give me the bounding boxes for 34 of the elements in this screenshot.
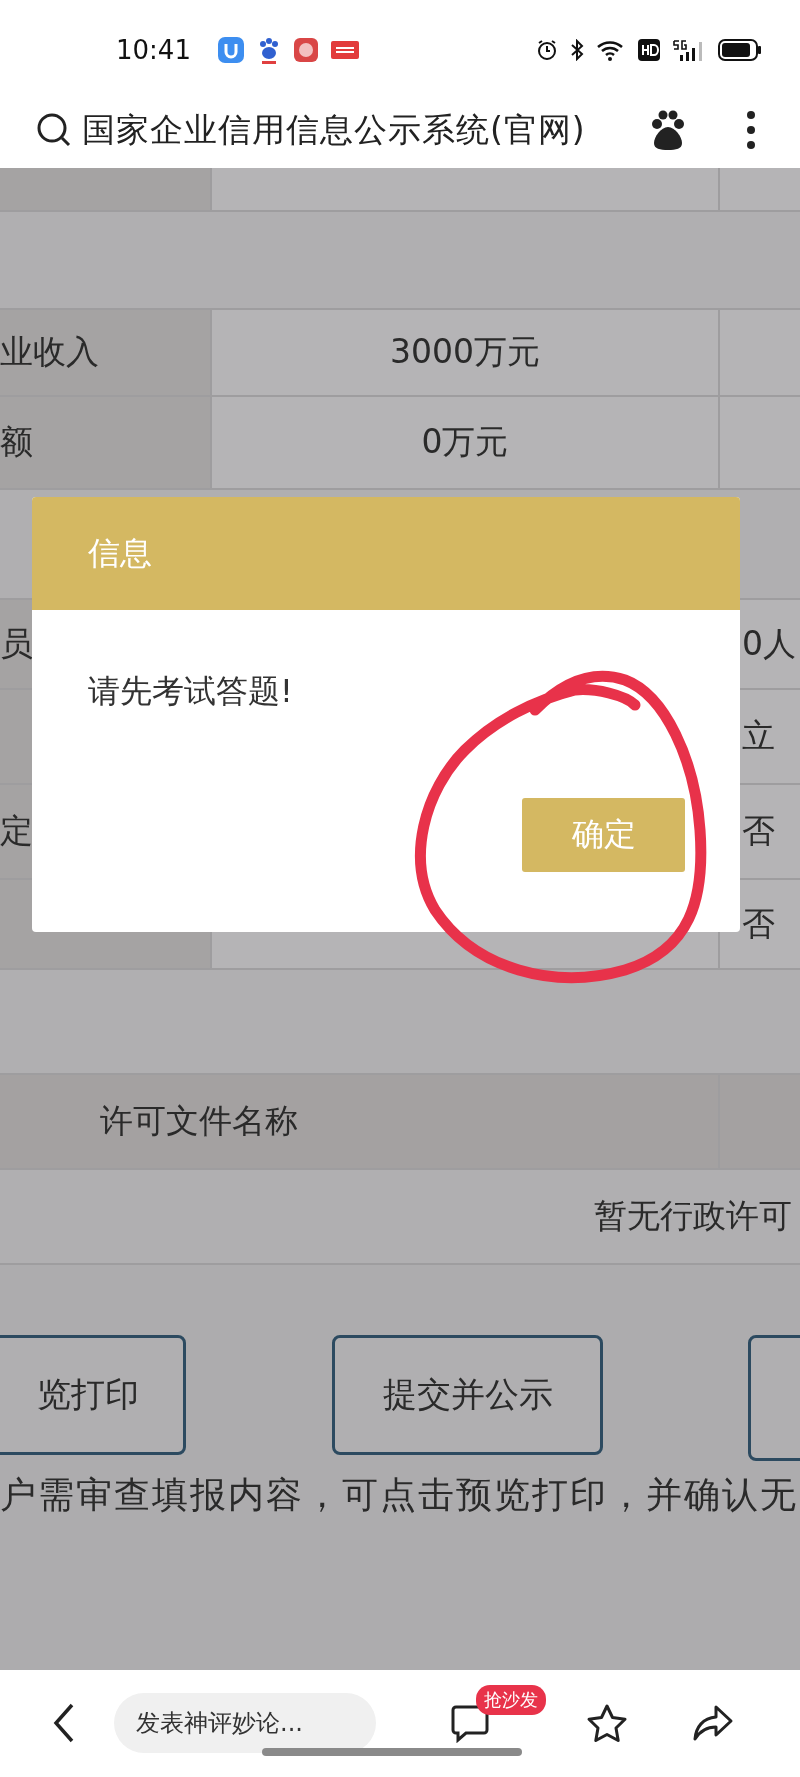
- battery-icon: [718, 39, 762, 61]
- bluetooth-icon: [570, 39, 584, 61]
- back-icon[interactable]: [52, 1702, 76, 1744]
- row-value: 0人: [742, 622, 796, 665]
- column-header: 许可文件名称: [0, 1075, 720, 1168]
- more-menu-icon[interactable]: [746, 110, 756, 150]
- action-button[interactable]: 提交并公示: [332, 1335, 603, 1455]
- app-notification-icon: [216, 36, 245, 64]
- search-query[interactable]: 国家企业信用信息公示系统(官网): [82, 107, 640, 153]
- row-label: 业收入: [0, 331, 99, 373]
- share-icon[interactable]: [692, 1704, 734, 1742]
- row-value: 0万元: [421, 421, 509, 463]
- comment-field[interactable]: 发表神评妙论...: [114, 1693, 376, 1753]
- star-icon[interactable]: [586, 1703, 628, 1743]
- row-label: 员: [0, 622, 33, 665]
- row-label: 定: [0, 810, 33, 852]
- hd-icon: [638, 39, 660, 61]
- dialog-title: 信息: [32, 497, 740, 610]
- status-time: 10:41: [116, 35, 191, 65]
- dialog-message: 请先考试答题!: [87, 671, 294, 712]
- paw-icon[interactable]: [650, 110, 686, 150]
- empty-notice: 暂无行政许可: [594, 1195, 792, 1237]
- app-notification-icon: [292, 37, 319, 63]
- search-icon[interactable]: [36, 112, 72, 148]
- row-value: 3000万元: [390, 331, 540, 373]
- note-text: 户需审查填报内容，可点击预览打印，并确认无: [0, 1473, 799, 1517]
- action-button[interactable]: 览打印: [0, 1335, 186, 1455]
- row-value: 立: [742, 715, 775, 757]
- alarm-icon: [536, 39, 558, 61]
- app-notification-icon: [330, 41, 359, 59]
- comment-badge: 抢沙发: [476, 1685, 546, 1715]
- row-value: 否: [742, 902, 775, 945]
- row-label: 额: [0, 421, 33, 463]
- row-value: 否: [742, 810, 775, 852]
